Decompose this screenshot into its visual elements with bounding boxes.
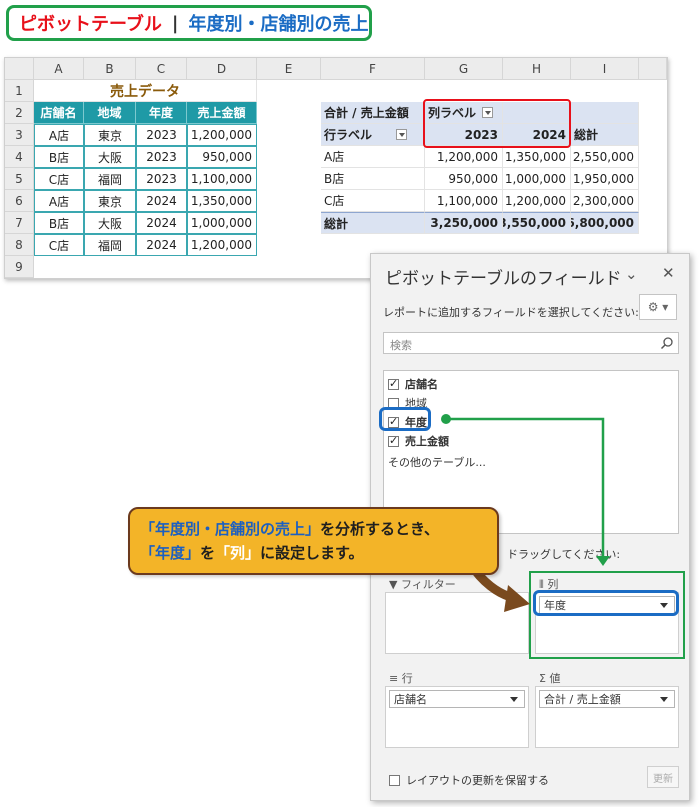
callout-quote-column: 「列」 bbox=[215, 544, 261, 562]
brown-curved-arrow bbox=[465, 558, 530, 612]
callout-text: に設定します。 bbox=[260, 544, 364, 562]
callout-text: を bbox=[200, 544, 216, 562]
callout-quote-analysis: 「年度別・店舗別の売上」 bbox=[140, 520, 321, 538]
callout-quote-year: 「年度」 bbox=[140, 544, 201, 562]
callout-line-1: 「年度別・店舗別の売上」を分析するとき、 bbox=[140, 517, 487, 541]
instruction-callout: 「年度別・店舗別の売上」を分析するとき、 「年度」を「列」に設定します。 bbox=[128, 507, 499, 575]
callout-text: を分析するとき、 bbox=[320, 520, 439, 538]
callout-line-2: 「年度」を「列」に設定します。 bbox=[140, 541, 487, 565]
